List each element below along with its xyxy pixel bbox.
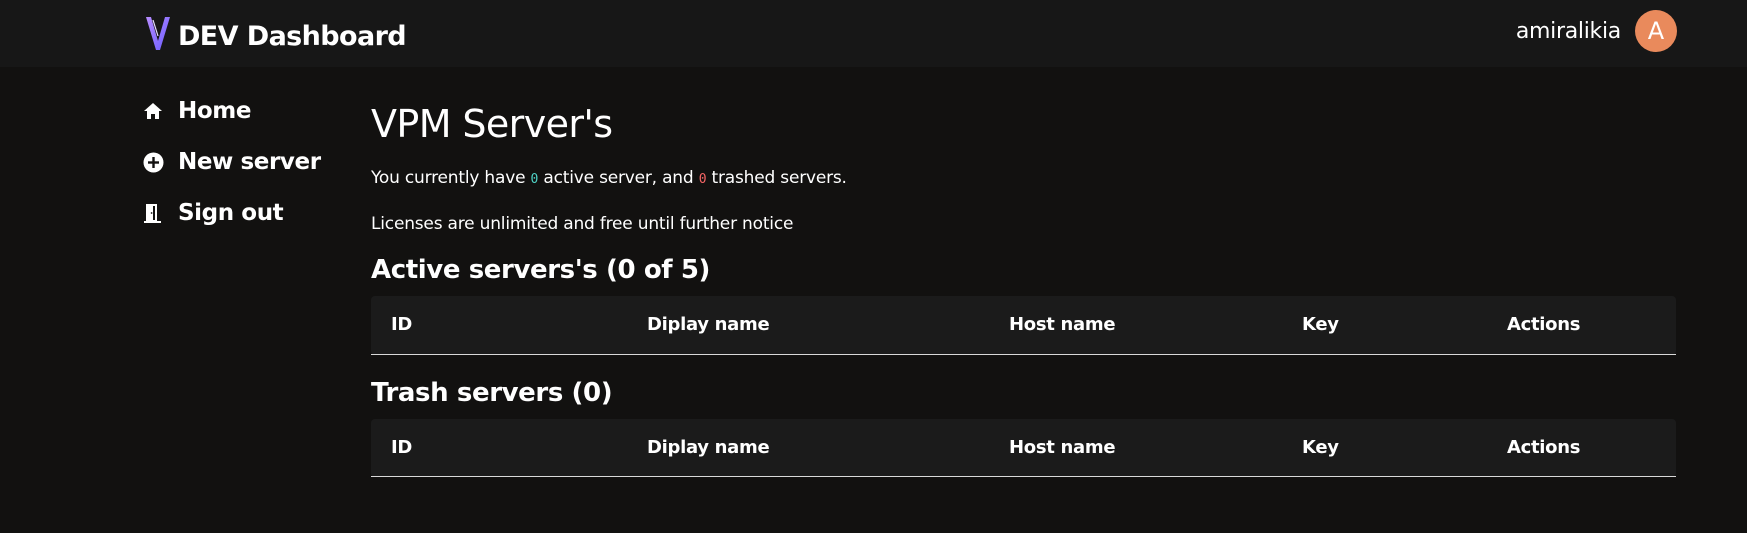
summary-middle: active server, and <box>538 168 699 188</box>
summary-prefix: You currently have <box>371 168 531 188</box>
column-header-display-name: Diplay name <box>627 418 989 477</box>
active-servers-table: ID Diplay name Host name Key Actions <box>371 296 1676 355</box>
column-header-host-name: Host name <box>989 418 1282 477</box>
license-note: Licenses are unlimited and free until fu… <box>371 214 794 234</box>
column-header-display-name: Diplay name <box>627 296 989 355</box>
trash-servers-title: Trash servers (0) <box>371 377 613 408</box>
summary-suffix: trashed servers. <box>706 168 847 188</box>
trash-servers-table: ID Diplay name Host name Key Actions <box>371 418 1676 477</box>
door-icon <box>142 202 164 224</box>
home-icon <box>142 100 164 122</box>
v-logo-icon <box>144 14 172 52</box>
table-header-row: ID Diplay name Host name Key Actions <box>371 418 1676 477</box>
column-header-key: Key <box>1282 296 1487 355</box>
sidebar-item-label: New server <box>178 149 321 175</box>
column-header-host-name: Host name <box>989 296 1282 355</box>
sidebar-item-home[interactable]: Home <box>142 94 321 128</box>
page-title: VPM Server's <box>371 102 613 146</box>
server-summary: You currently have 0 active server, and … <box>371 166 1676 192</box>
column-header-id: ID <box>371 296 627 355</box>
sidebar: Home New server Sign out <box>142 94 321 247</box>
avatar[interactable]: A <box>1635 10 1677 52</box>
sidebar-item-label: Sign out <box>178 200 284 226</box>
top-bar: DEV Dashboard amiralikia A <box>0 0 1747 67</box>
table-header-row: ID Diplay name Host name Key Actions <box>371 296 1676 355</box>
column-header-actions: Actions <box>1487 296 1676 355</box>
sidebar-item-new-server[interactable]: New server <box>142 145 321 179</box>
column-header-key: Key <box>1282 418 1487 477</box>
active-servers-title: Active servers's (0 of 5) <box>371 255 711 285</box>
sidebar-item-sign-out[interactable]: Sign out <box>142 196 321 230</box>
plus-circle-icon <box>142 151 164 173</box>
username: amiralikia <box>1515 18 1621 44</box>
user-menu[interactable]: amiralikia A <box>1516 10 1677 52</box>
column-header-actions: Actions <box>1487 418 1676 477</box>
brand[interactable]: DEV Dashboard <box>144 8 407 58</box>
column-header-id: ID <box>371 418 627 477</box>
brand-title: DEV Dashboard <box>178 20 407 52</box>
main-content: VPM Server's You currently have 0 active… <box>371 98 1676 477</box>
sidebar-item-label: Home <box>178 98 252 124</box>
